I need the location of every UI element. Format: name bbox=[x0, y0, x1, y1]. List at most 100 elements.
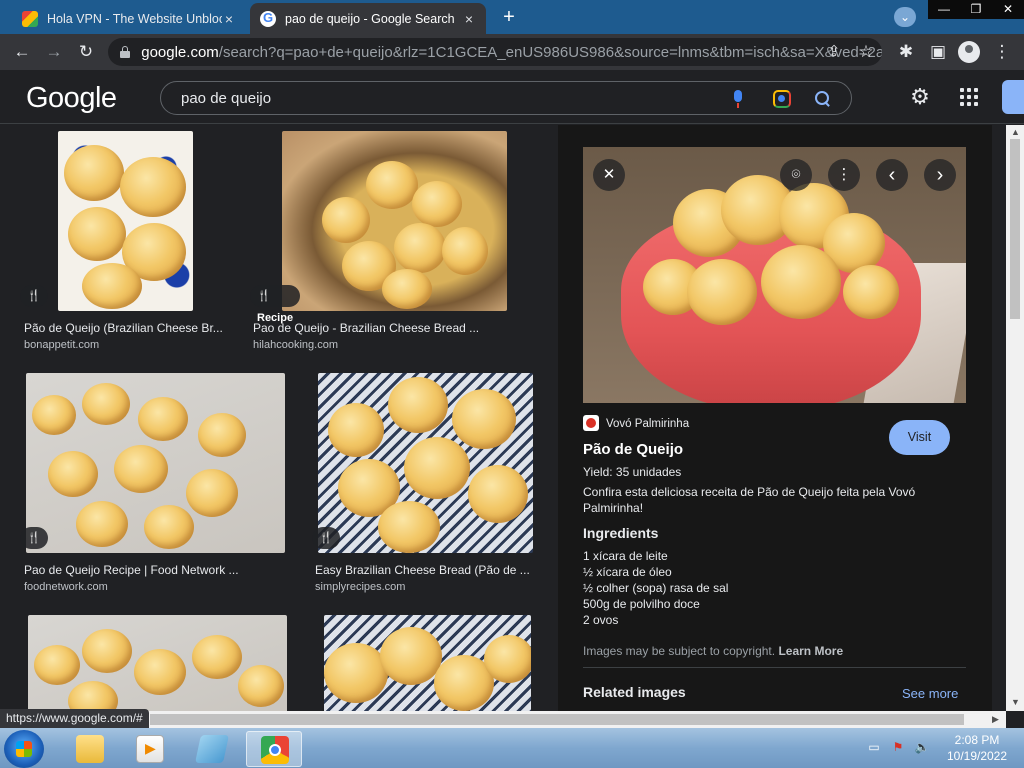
result-thumbnail[interactable] bbox=[58, 131, 193, 311]
result-thumbnail[interactable] bbox=[324, 615, 531, 711]
extensions-icon[interactable]: ✱ bbox=[894, 40, 918, 64]
hola-favicon-icon bbox=[22, 10, 38, 27]
clock-time: 2:08 PM bbox=[954, 733, 1000, 747]
network-icon[interactable]: ▭ bbox=[866, 740, 882, 756]
source-site-icon[interactable] bbox=[583, 415, 599, 431]
ingredients-heading: Ingredients bbox=[583, 525, 659, 541]
google-logo[interactable]: Google bbox=[26, 82, 117, 115]
lock-icon[interactable] bbox=[120, 46, 131, 58]
new-tab-button[interactable]: + bbox=[496, 6, 522, 30]
google-header: Google ⚙ bbox=[0, 70, 1024, 124]
folder-icon bbox=[76, 735, 104, 763]
result-source[interactable]: bonappetit.com bbox=[24, 339, 99, 351]
tab-google-search[interactable]: pao de queijo - Google Search × bbox=[250, 3, 486, 34]
start-button[interactable] bbox=[4, 730, 44, 768]
related-images-heading: Related images bbox=[583, 684, 686, 700]
reload-icon[interactable]: ↻ bbox=[74, 40, 98, 64]
ingredient-item: 1 xícara de leite bbox=[583, 549, 668, 563]
taskbar-file-explorer[interactable] bbox=[62, 731, 118, 767]
tab-title: Hola VPN - The Website Unblocker bbox=[47, 11, 222, 26]
result-source[interactable]: simplyrecipes.com bbox=[315, 581, 405, 593]
tab-close-icon[interactable]: × bbox=[462, 11, 476, 27]
tab-close-icon[interactable]: × bbox=[222, 11, 236, 27]
image-results-grid: 🍴 Pão de Queijo (Brazilian Cheese Br... … bbox=[0, 125, 558, 711]
result-title[interactable]: Pao de Queijo Recipe | Food Network ... bbox=[24, 563, 244, 577]
close-preview-icon[interactable]: ✕ bbox=[593, 159, 625, 191]
divider bbox=[583, 667, 966, 668]
volume-icon[interactable]: 🔈 bbox=[914, 740, 930, 756]
recipe-description: Confira esta deliciosa receita de Pão de… bbox=[583, 485, 916, 515]
url-path: /search?q=pao+de+queijo&rlz=1C1GCEA_enUS… bbox=[218, 43, 882, 61]
google-lens-icon[interactable] bbox=[773, 90, 791, 108]
share-icon[interactable]: ⇪ bbox=[822, 40, 846, 64]
taskbar-media-player[interactable] bbox=[122, 731, 178, 767]
recipe-badge: 🍴 bbox=[20, 285, 48, 307]
google-apps-icon[interactable] bbox=[960, 88, 978, 106]
result-thumbnail[interactable] bbox=[26, 373, 285, 553]
lens-search-icon[interactable]: ⌾ bbox=[780, 159, 812, 191]
status-bar-url: https://www.google.com/# bbox=[0, 709, 149, 728]
profile-avatar[interactable] bbox=[958, 41, 980, 63]
scrollbar-thumb[interactable] bbox=[150, 714, 964, 725]
taskbar-app[interactable] bbox=[184, 731, 240, 767]
minimize-button[interactable]: — bbox=[928, 0, 960, 19]
horizontal-scrollbar[interactable]: ▶ bbox=[0, 711, 1006, 728]
preview-image[interactable]: ✕ ⌾ ⋮ ‹ › bbox=[583, 147, 966, 403]
scroll-down-arrow-icon[interactable]: ▼ bbox=[1011, 697, 1020, 707]
recipe-yield: Yield: 35 unidades bbox=[583, 465, 682, 479]
url-host: google.com bbox=[141, 43, 219, 61]
fork-knife-icon: 🍴 bbox=[319, 532, 333, 544]
microphone-icon[interactable] bbox=[731, 90, 745, 108]
back-icon[interactable]: ← bbox=[10, 40, 34, 64]
tab-search-button[interactable]: ⌄ bbox=[894, 7, 916, 27]
result-title[interactable]: Pão de Queijo (Brazilian Cheese Br... bbox=[24, 321, 224, 335]
window-controls: — ❐ ✕ bbox=[928, 0, 1024, 19]
search-input[interactable] bbox=[181, 88, 701, 108]
bookmark-star-icon[interactable]: ☆ bbox=[854, 40, 878, 64]
address-bar[interactable]: google.com /search?q=pao+de+queijo&rlz=1… bbox=[108, 38, 882, 66]
vertical-scrollbar[interactable]: ▲ ▼ bbox=[1006, 125, 1024, 711]
action-center-flag-icon[interactable]: ⚑ bbox=[890, 740, 906, 756]
search-icon[interactable] bbox=[813, 89, 833, 109]
see-more-link[interactable]: See more bbox=[902, 686, 958, 701]
fork-knife-icon: 🍴 bbox=[257, 290, 271, 302]
source-site-name[interactable]: Vovó Palmirinha bbox=[606, 418, 689, 430]
clock-date: 10/19/2022 bbox=[946, 749, 1008, 763]
more-options-icon[interactable]: ⋮ bbox=[828, 159, 860, 191]
next-image-icon[interactable]: › bbox=[924, 159, 956, 191]
result-source[interactable]: hilahcooking.com bbox=[253, 339, 338, 351]
tab-title: pao de queijo - Google Search bbox=[285, 11, 455, 26]
preview-title[interactable]: Pão de Queijo bbox=[583, 441, 683, 458]
result-title[interactable]: Pao de Queijo - Brazilian Cheese Bread .… bbox=[253, 321, 483, 335]
google-favicon-icon bbox=[260, 10, 276, 27]
copyright-notice: Images may be subject to copyright. Lear… bbox=[583, 644, 843, 658]
fork-knife-icon: 🍴 bbox=[27, 290, 41, 302]
recipe-badge: 🍴 bbox=[20, 527, 48, 549]
media-player-icon bbox=[136, 735, 164, 763]
result-source[interactable]: foodnetwork.com bbox=[24, 581, 108, 593]
maximize-button[interactable]: ❐ bbox=[960, 0, 992, 19]
system-clock[interactable]: 2:08 PM 10/19/2022 bbox=[940, 732, 1014, 764]
forward-icon[interactable]: → bbox=[42, 40, 66, 64]
result-thumbnail[interactable] bbox=[28, 615, 287, 711]
image-preview-panel: ✕ ⌾ ⋮ ‹ › Vovó Palmirinha Visit Pão de Q… bbox=[558, 125, 992, 711]
scroll-up-arrow-icon[interactable]: ▲ bbox=[1011, 127, 1020, 137]
result-thumbnail[interactable] bbox=[282, 131, 507, 311]
learn-more-link[interactable]: Learn More bbox=[778, 644, 843, 658]
result-title[interactable]: Easy Brazilian Cheese Bread (Pão de ... bbox=[315, 563, 530, 577]
chrome-menu-icon[interactable]: ⋮ bbox=[990, 40, 1014, 64]
result-thumbnail[interactable] bbox=[318, 373, 533, 553]
visit-button[interactable]: Visit bbox=[889, 420, 950, 455]
system-tray: ▭ ⚑ 🔈 bbox=[866, 740, 930, 756]
previous-image-icon[interactable]: ‹ bbox=[876, 159, 908, 191]
tab-hola-vpn[interactable]: Hola VPN - The Website Unblocker × bbox=[12, 3, 246, 34]
search-box[interactable] bbox=[160, 81, 852, 115]
scrollbar-thumb[interactable] bbox=[1010, 139, 1020, 319]
windows-taskbar: ▭ ⚑ 🔈 2:08 PM 10/19/2022 bbox=[0, 728, 1024, 768]
window-close-button[interactable]: ✕ bbox=[992, 0, 1024, 19]
taskbar-chrome[interactable] bbox=[246, 731, 302, 767]
settings-gear-icon[interactable]: ⚙ bbox=[908, 85, 932, 109]
scroll-right-arrow-icon[interactable]: ▶ bbox=[992, 714, 999, 725]
side-panel-icon[interactable]: ▣ bbox=[926, 40, 950, 64]
sign-in-edge[interactable] bbox=[1002, 80, 1024, 114]
